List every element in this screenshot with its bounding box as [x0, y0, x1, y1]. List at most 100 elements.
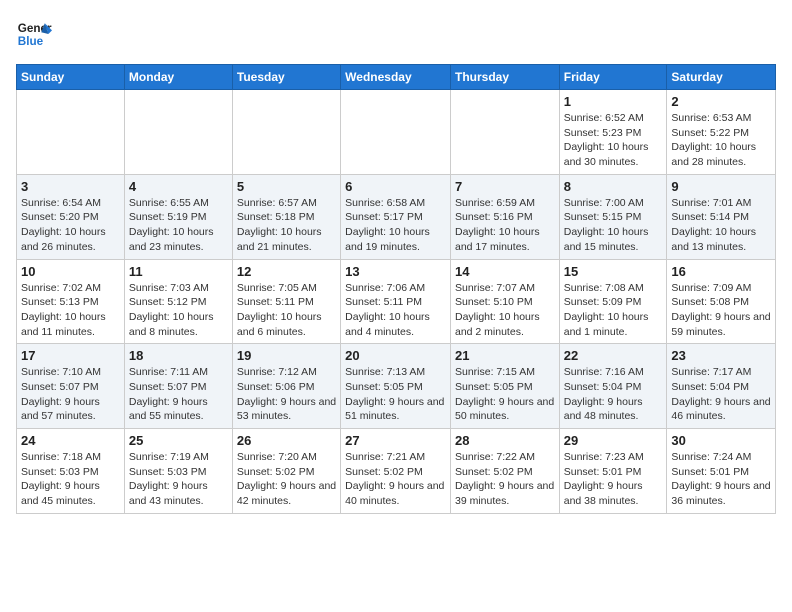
- day-cell: 3 Sunrise: 6:54 AM Sunset: 5:20 PM Daylig…: [17, 174, 125, 259]
- day-info: Sunrise: 7:15 AM Sunset: 5:05 PM Dayligh…: [455, 365, 555, 424]
- day-number: 9: [671, 179, 771, 194]
- day-number: 2: [671, 94, 771, 109]
- weekday-wednesday: Wednesday: [341, 65, 451, 90]
- day-cell: 17Sunrise: 7:10 AM Sunset: 5:07 PM Dayli…: [17, 344, 125, 429]
- day-cell: 16 Sunrise: 7:09 AM Sunset: 5:08 PM Dayli…: [667, 259, 776, 344]
- day-number: 25: [129, 433, 228, 448]
- day-cell: 29Sunrise: 7:23 AM Sunset: 5:01 PM Dayli…: [559, 429, 667, 514]
- day-number: 6: [345, 179, 446, 194]
- day-cell: 8Sunrise: 7:00 AM Sunset: 5:15 PM Daylig…: [559, 174, 667, 259]
- day-info: Sunrise: 7:24 AM Sunset: 5:01 PM Dayligh…: [671, 450, 771, 509]
- day-cell: 19 Sunrise: 7:12 AM Sunset: 5:06 PM Dayli…: [232, 344, 340, 429]
- day-cell: 30 Sunrise: 7:24 AM Sunset: 5:01 PM Dayli…: [667, 429, 776, 514]
- day-info: Sunrise: 6:58 AM Sunset: 5:17 PM Dayligh…: [345, 196, 446, 255]
- day-number: 18: [129, 348, 228, 363]
- day-number: 22: [564, 348, 663, 363]
- day-cell: 15Sunrise: 7:08 AM Sunset: 5:09 PM Dayli…: [559, 259, 667, 344]
- weekday-sunday: Sunday: [17, 65, 125, 90]
- week-row-1: 3 Sunrise: 6:54 AM Sunset: 5:20 PM Daylig…: [17, 174, 776, 259]
- weekday-thursday: Thursday: [450, 65, 559, 90]
- day-cell: 21 Sunrise: 7:15 AM Sunset: 5:05 PM Dayli…: [450, 344, 559, 429]
- day-cell: 6 Sunrise: 6:58 AM Sunset: 5:17 PM Daylig…: [341, 174, 451, 259]
- day-cell: 20 Sunrise: 7:13 AM Sunset: 5:05 PM Dayli…: [341, 344, 451, 429]
- day-number: 15: [564, 264, 663, 279]
- day-info: Sunrise: 7:11 AM Sunset: 5:07 PM Dayligh…: [129, 365, 228, 424]
- day-cell: [124, 90, 232, 175]
- day-cell: 23 Sunrise: 7:17 AM Sunset: 5:04 PM Dayli…: [667, 344, 776, 429]
- day-number: 1: [564, 94, 663, 109]
- day-info: Sunrise: 7:06 AM Sunset: 5:11 PM Dayligh…: [345, 281, 446, 340]
- day-number: 10: [21, 264, 120, 279]
- day-number: 5: [237, 179, 336, 194]
- day-info: Sunrise: 6:53 AM Sunset: 5:22 PM Dayligh…: [671, 111, 771, 170]
- day-cell: 25 Sunrise: 7:19 AM Sunset: 5:03 PM Dayli…: [124, 429, 232, 514]
- day-info: Sunrise: 7:09 AM Sunset: 5:08 PM Dayligh…: [671, 281, 771, 340]
- day-number: 23: [671, 348, 771, 363]
- svg-text:Blue: Blue: [18, 35, 44, 48]
- weekday-friday: Friday: [559, 65, 667, 90]
- day-info: Sunrise: 6:57 AM Sunset: 5:18 PM Dayligh…: [237, 196, 336, 255]
- day-number: 14: [455, 264, 555, 279]
- day-info: Sunrise: 7:21 AM Sunset: 5:02 PM Dayligh…: [345, 450, 446, 509]
- day-info: Sunrise: 7:05 AM Sunset: 5:11 PM Dayligh…: [237, 281, 336, 340]
- day-info: Sunrise: 7:13 AM Sunset: 5:05 PM Dayligh…: [345, 365, 446, 424]
- week-row-4: 24 Sunrise: 7:18 AM Sunset: 5:03 PM Dayli…: [17, 429, 776, 514]
- day-cell: 24 Sunrise: 7:18 AM Sunset: 5:03 PM Dayli…: [17, 429, 125, 514]
- week-row-2: 10 Sunrise: 7:02 AM Sunset: 5:13 PM Dayli…: [17, 259, 776, 344]
- day-number: 3: [21, 179, 120, 194]
- day-cell: 11Sunrise: 7:03 AM Sunset: 5:12 PM Dayli…: [124, 259, 232, 344]
- day-cell: 4Sunrise: 6:55 AM Sunset: 5:19 PM Daylig…: [124, 174, 232, 259]
- weekday-monday: Monday: [124, 65, 232, 90]
- day-info: Sunrise: 7:23 AM Sunset: 5:01 PM Dayligh…: [564, 450, 663, 509]
- day-info: Sunrise: 7:01 AM Sunset: 5:14 PM Dayligh…: [671, 196, 771, 255]
- day-number: 19: [237, 348, 336, 363]
- day-info: Sunrise: 6:55 AM Sunset: 5:19 PM Dayligh…: [129, 196, 228, 255]
- day-info: Sunrise: 7:03 AM Sunset: 5:12 PM Dayligh…: [129, 281, 228, 340]
- day-cell: 7 Sunrise: 6:59 AM Sunset: 5:16 PM Daylig…: [450, 174, 559, 259]
- day-cell: 2 Sunrise: 6:53 AM Sunset: 5:22 PM Daylig…: [667, 90, 776, 175]
- logo: General Blue: [16, 16, 52, 52]
- day-cell: [450, 90, 559, 175]
- day-info: Sunrise: 7:10 AM Sunset: 5:07 PM Dayligh…: [21, 365, 120, 424]
- day-info: Sunrise: 6:59 AM Sunset: 5:16 PM Dayligh…: [455, 196, 555, 255]
- day-info: Sunrise: 7:17 AM Sunset: 5:04 PM Dayligh…: [671, 365, 771, 424]
- day-cell: 12Sunrise: 7:05 AM Sunset: 5:11 PM Dayli…: [232, 259, 340, 344]
- day-cell: 9 Sunrise: 7:01 AM Sunset: 5:14 PM Daylig…: [667, 174, 776, 259]
- day-info: Sunrise: 7:07 AM Sunset: 5:10 PM Dayligh…: [455, 281, 555, 340]
- day-info: Sunrise: 7:18 AM Sunset: 5:03 PM Dayligh…: [21, 450, 120, 509]
- day-cell: [17, 90, 125, 175]
- day-info: Sunrise: 7:02 AM Sunset: 5:13 PM Dayligh…: [21, 281, 120, 340]
- day-info: Sunrise: 7:19 AM Sunset: 5:03 PM Dayligh…: [129, 450, 228, 509]
- week-row-3: 17Sunrise: 7:10 AM Sunset: 5:07 PM Dayli…: [17, 344, 776, 429]
- day-number: 28: [455, 433, 555, 448]
- day-cell: 5 Sunrise: 6:57 AM Sunset: 5:18 PM Daylig…: [232, 174, 340, 259]
- calendar-container: General Blue SundayMondayTuesdayWednesda…: [0, 0, 792, 526]
- day-cell: 18 Sunrise: 7:11 AM Sunset: 5:07 PM Dayli…: [124, 344, 232, 429]
- day-info: Sunrise: 6:54 AM Sunset: 5:20 PM Dayligh…: [21, 196, 120, 255]
- day-number: 16: [671, 264, 771, 279]
- day-info: Sunrise: 7:22 AM Sunset: 5:02 PM Dayligh…: [455, 450, 555, 509]
- day-info: Sunrise: 7:16 AM Sunset: 5:04 PM Dayligh…: [564, 365, 663, 424]
- day-number: 7: [455, 179, 555, 194]
- day-info: Sunrise: 6:52 AM Sunset: 5:23 PM Dayligh…: [564, 111, 663, 170]
- day-info: Sunrise: 7:12 AM Sunset: 5:06 PM Dayligh…: [237, 365, 336, 424]
- weekday-header-row: SundayMondayTuesdayWednesdayThursdayFrid…: [17, 65, 776, 90]
- logo-icon: General Blue: [16, 16, 52, 52]
- day-number: 26: [237, 433, 336, 448]
- weekday-tuesday: Tuesday: [232, 65, 340, 90]
- day-cell: 14 Sunrise: 7:07 AM Sunset: 5:10 PM Dayli…: [450, 259, 559, 344]
- day-cell: [341, 90, 451, 175]
- week-row-0: 1 Sunrise: 6:52 AM Sunset: 5:23 PM Daylig…: [17, 90, 776, 175]
- day-cell: 1 Sunrise: 6:52 AM Sunset: 5:23 PM Daylig…: [559, 90, 667, 175]
- weekday-saturday: Saturday: [667, 65, 776, 90]
- day-number: 27: [345, 433, 446, 448]
- day-cell: 10 Sunrise: 7:02 AM Sunset: 5:13 PM Dayli…: [17, 259, 125, 344]
- day-cell: 28 Sunrise: 7:22 AM Sunset: 5:02 PM Dayli…: [450, 429, 559, 514]
- day-cell: 26Sunrise: 7:20 AM Sunset: 5:02 PM Dayli…: [232, 429, 340, 514]
- day-number: 21: [455, 348, 555, 363]
- day-number: 30: [671, 433, 771, 448]
- day-cell: 27 Sunrise: 7:21 AM Sunset: 5:02 PM Dayli…: [341, 429, 451, 514]
- day-number: 13: [345, 264, 446, 279]
- day-number: 24: [21, 433, 120, 448]
- day-number: 20: [345, 348, 446, 363]
